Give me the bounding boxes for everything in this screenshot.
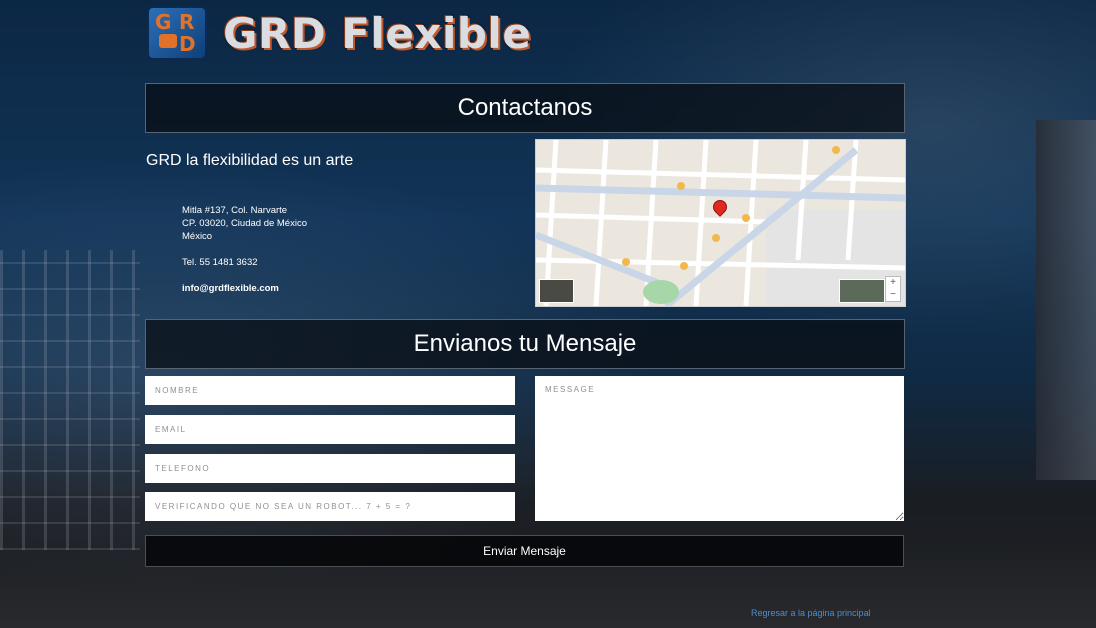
send-message-button[interactable]: Enviar Mensaje (145, 535, 904, 567)
address-line: Mitla #137, Col. Narvarte (182, 205, 288, 216)
captcha-input[interactable] (145, 492, 515, 521)
map-zoom-control[interactable]: + − (885, 276, 901, 302)
phone-input[interactable] (145, 454, 515, 483)
email-address[interactable]: info@grdflexible.com (182, 283, 279, 294)
map-zoom-in-button[interactable]: + (886, 277, 900, 289)
logo-letter-r: R (179, 10, 195, 34)
logo-mark-icon: G R D (147, 6, 207, 60)
address-line: CP. 03020, Ciudad de México (182, 218, 307, 229)
logo-wrench-shape (159, 34, 177, 48)
background-structure-left (0, 250, 140, 550)
map-zoom-out-button[interactable]: − (886, 289, 900, 301)
email-input[interactable] (145, 415, 515, 444)
logo-letter-d: D (179, 32, 196, 56)
address-block: Mitla #137, Col. Narvarte CP. 03020, Ciu… (182, 204, 307, 243)
contact-section-title: Contactanos (145, 83, 905, 133)
back-to-home-link[interactable]: Regresar a la página principal (751, 608, 871, 618)
map-layer-toggle[interactable] (539, 279, 574, 303)
background-structure-right (1036, 120, 1096, 480)
address-line: México (182, 231, 213, 242)
message-textarea[interactable] (535, 376, 904, 521)
message-section-title: Envianos tu Mensaje (145, 319, 905, 369)
logo-letter-g: G (155, 10, 172, 34)
phone-number: Tel. 55 1481 3632 (182, 257, 258, 268)
name-input[interactable] (145, 376, 515, 405)
tagline: GRD la flexibilidad es un arte (146, 152, 354, 169)
site-logo[interactable]: G R D GRD Flexible (147, 6, 531, 60)
location-map[interactable]: + − (535, 139, 906, 307)
logo-wordmark: GRD Flexible (223, 8, 532, 58)
map-streetview-thumbnail[interactable] (839, 279, 885, 303)
